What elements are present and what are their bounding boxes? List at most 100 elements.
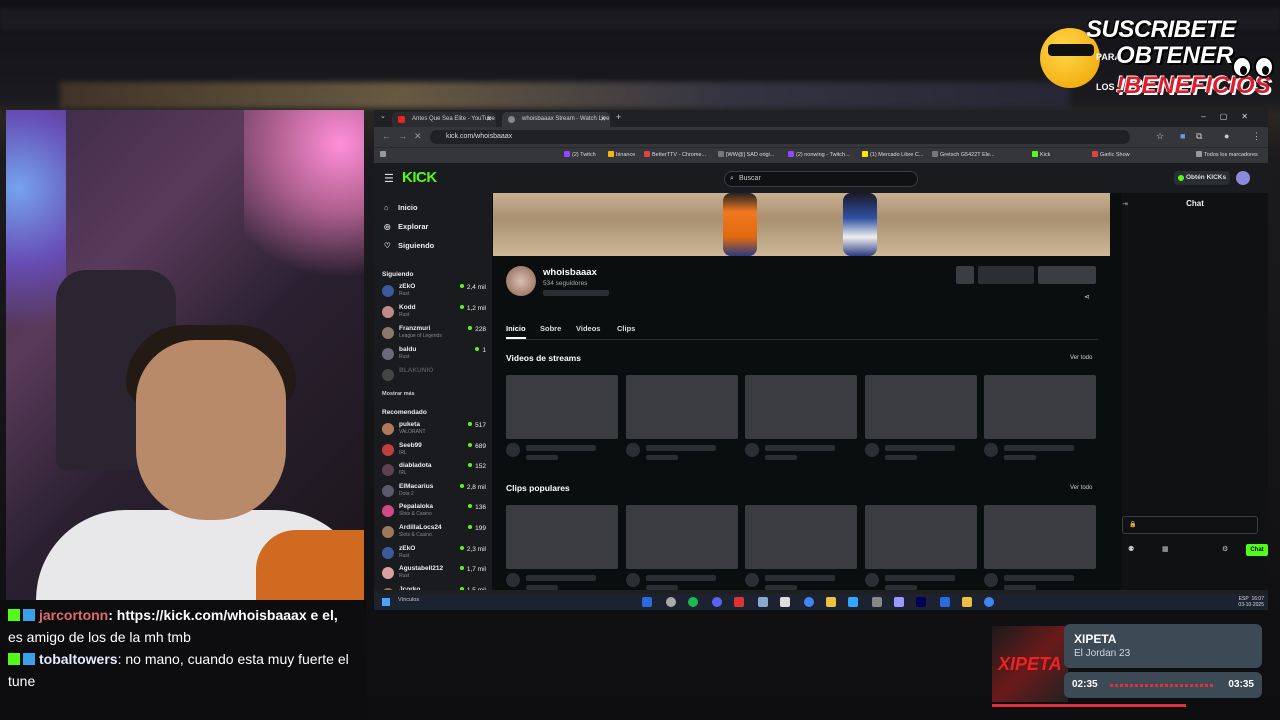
menu-dots-icon[interactable]: ⋮ [1252,131,1261,142]
show-more-link[interactable]: Mostrar más [382,391,415,397]
apps-icon[interactable] [380,148,388,162]
sidebar-channel-item[interactable]: Franzmuri League of Legends 228 [382,325,486,343]
app-icon[interactable] [872,597,882,607]
after-effects-icon[interactable] [916,597,926,607]
back-icon[interactable]: ← [382,131,391,141]
sidebar-channel-item[interactable]: Agustabell212 Rust 1,7 mil [382,565,486,583]
bookmark-kick[interactable]: Kick [1032,148,1050,162]
calendar-icon[interactable]: ▦ [1162,545,1169,553]
tab-close-icon[interactable]: ✕ [486,112,492,127]
see-all-link[interactable]: Ver todo [1070,485,1092,491]
sidebar-channel-item[interactable]: ElMacarius Dota 2 2,8 mil [382,483,486,501]
user-avatar[interactable] [1236,171,1250,185]
folder-icon[interactable] [826,597,836,607]
app-icon[interactable] [962,597,972,607]
sidebar-channel-item[interactable]: Kodd Rust 1,2 mil [382,304,486,322]
bookmark-nonwing[interactable]: (2) nonwing - Twitch... [788,148,850,162]
video-card-placeholder[interactable] [625,375,738,439]
app-icon[interactable] [780,597,790,607]
url-field[interactable]: kick.com/whoisbaaax [430,130,1130,144]
video-card-placeholder[interactable] [506,505,618,569]
tab-clips[interactable]: Clips [617,324,635,333]
bookmark-bttv[interactable]: BetterTTV - Chrome... [644,148,706,162]
video-card-placeholder[interactable] [745,505,858,569]
tab-videos[interactable]: Videos [576,324,600,333]
sidebar: ⌂ Inicio ◎ Explorar ♡ Siguiendo Siguiendo zEkO R… [374,193,492,590]
window-controls[interactable]: –▢✕ [1201,112,1262,121]
bookmark-mercadolibre[interactable]: (1) Mercado Libre C... [862,148,924,162]
chat-send-button[interactable]: Chat [1246,544,1268,556]
sidebar-nav-siguiendo[interactable]: ♡ Siguiendo [384,241,434,250]
tab-sobre[interactable]: Sobre [540,324,561,333]
sidebar-channel-item[interactable]: puketa VALORANT 517 [382,421,486,439]
video-card-placeholder[interactable] [625,505,738,569]
discord-icon[interactable] [712,597,722,607]
video-card-placeholder[interactable] [984,505,1097,569]
hamburger-menu-icon[interactable]: ☰ [384,172,394,185]
bookmark-twitch[interactable]: (2) Twitch [564,148,596,162]
video-card-placeholder[interactable] [864,375,977,439]
new-tab-icon[interactable]: + [616,112,621,122]
channel-avatar[interactable] [506,266,536,296]
taskbar-search[interactable]: Vínculos [398,597,419,603]
reload-icon[interactable]: ✕ [414,131,422,142]
steam-icon[interactable] [642,597,652,607]
channel-category: Rust [399,291,410,297]
video-card-placeholder[interactable] [864,505,977,569]
sidebar-channel-item[interactable]: ArdillaLocs24 Slots & Casino 199 [382,524,486,542]
forward-icon[interactable]: → [398,131,407,141]
chrome-icon[interactable] [984,597,994,607]
sidebar-channel-item[interactable]: Jcorko 1,5 mil [382,586,486,590]
steam-icon[interactable] [940,597,950,607]
sidebar-channel-item[interactable]: zEkO Rust 2,3 mil [382,545,486,563]
avatar-placeholder [625,443,640,457]
chat-input[interactable]: 🔒 [1122,516,1258,534]
bookmark-sad[interactable]: [WW@] SAD origi... [718,148,774,162]
tab-search-icon[interactable]: ⌄ [380,112,386,120]
photoshop-icon[interactable] [848,597,858,607]
tab-youtube[interactable]: Antes Que Sea Elite - YouTube ✕ [392,112,496,127]
avatar-placeholder [506,573,520,587]
obs-icon[interactable] [666,597,676,607]
tab-close-icon[interactable]: ✕ [600,112,606,127]
video-card-placeholder[interactable] [745,375,858,439]
banner-line1: SUSCRIBETE [1086,16,1236,43]
sidebar-nav-inicio[interactable]: ⌂ Inicio [384,203,418,212]
sidebar-channel-item[interactable]: BLAKUNIO [382,367,486,385]
sidebar-channel-item[interactable]: baldu Rust 1 [382,346,486,364]
video-card-placeholder[interactable] [506,375,618,439]
emote-icon[interactable]: ⚉ [1128,545,1134,553]
extension-icon[interactable]: ■ [1180,131,1185,141]
spotify-icon[interactable] [688,597,698,607]
profile-icon[interactable]: ● [1224,131,1229,141]
share-icon[interactable]: ⋖ [1084,293,1090,301]
puzzle-icon[interactable]: ⧉ [1196,131,1202,142]
tab-kick[interactable]: whoisbaaax Stream - Watch Live ✕ [502,112,610,127]
system-tray[interactable]: ESP 16:07 03-10-2025 [1238,596,1264,608]
chrome-icon[interactable] [804,597,814,607]
settings-gear-icon[interactable]: ⚙ [1222,545,1228,553]
obtain-kicks-button[interactable]: Obtén KICKs [1174,171,1230,185]
banner-los: LOS [1096,82,1115,92]
bookmark-star-icon[interactable]: ☆ [1156,131,1164,142]
channel-name: ElMacarius [399,482,434,490]
sidebar-channel-item[interactable]: Seeb99 IRL 689 [382,442,486,460]
sidebar-channel-item[interactable]: zEkO Rust 2,4 mil [382,283,486,301]
channel-category: IRL [399,470,407,477]
video-card-placeholder[interactable] [984,375,1097,439]
sidebar-channel-item[interactable]: diabladota IRL 152 [382,462,486,480]
bookmark-binance[interactable]: binance [608,148,635,162]
kick-logo[interactable]: KICK [402,169,437,186]
see-all-link[interactable]: Ver todo [1070,355,1092,361]
bookmark-all[interactable]: Todos los marcadores [1196,148,1258,162]
app-icon[interactable] [734,597,744,607]
search-input[interactable]: ⌕ Buscar [724,171,918,187]
premiere-icon[interactable] [894,597,904,607]
sidebar-nav-explorar[interactable]: ◎ Explorar [384,222,428,231]
bookmark-gretsch[interactable]: Gretsch G5422T Ele... [932,148,995,162]
sidebar-channel-item[interactable]: Pepalaloka Slots & Casino 136 [382,503,486,521]
tab-inicio[interactable]: Inicio [506,324,526,333]
windows-start-icon[interactable] [382,598,390,606]
bookmark-garlic[interactable]: Garlic Show [1092,148,1130,162]
app-icon[interactable] [758,597,768,607]
